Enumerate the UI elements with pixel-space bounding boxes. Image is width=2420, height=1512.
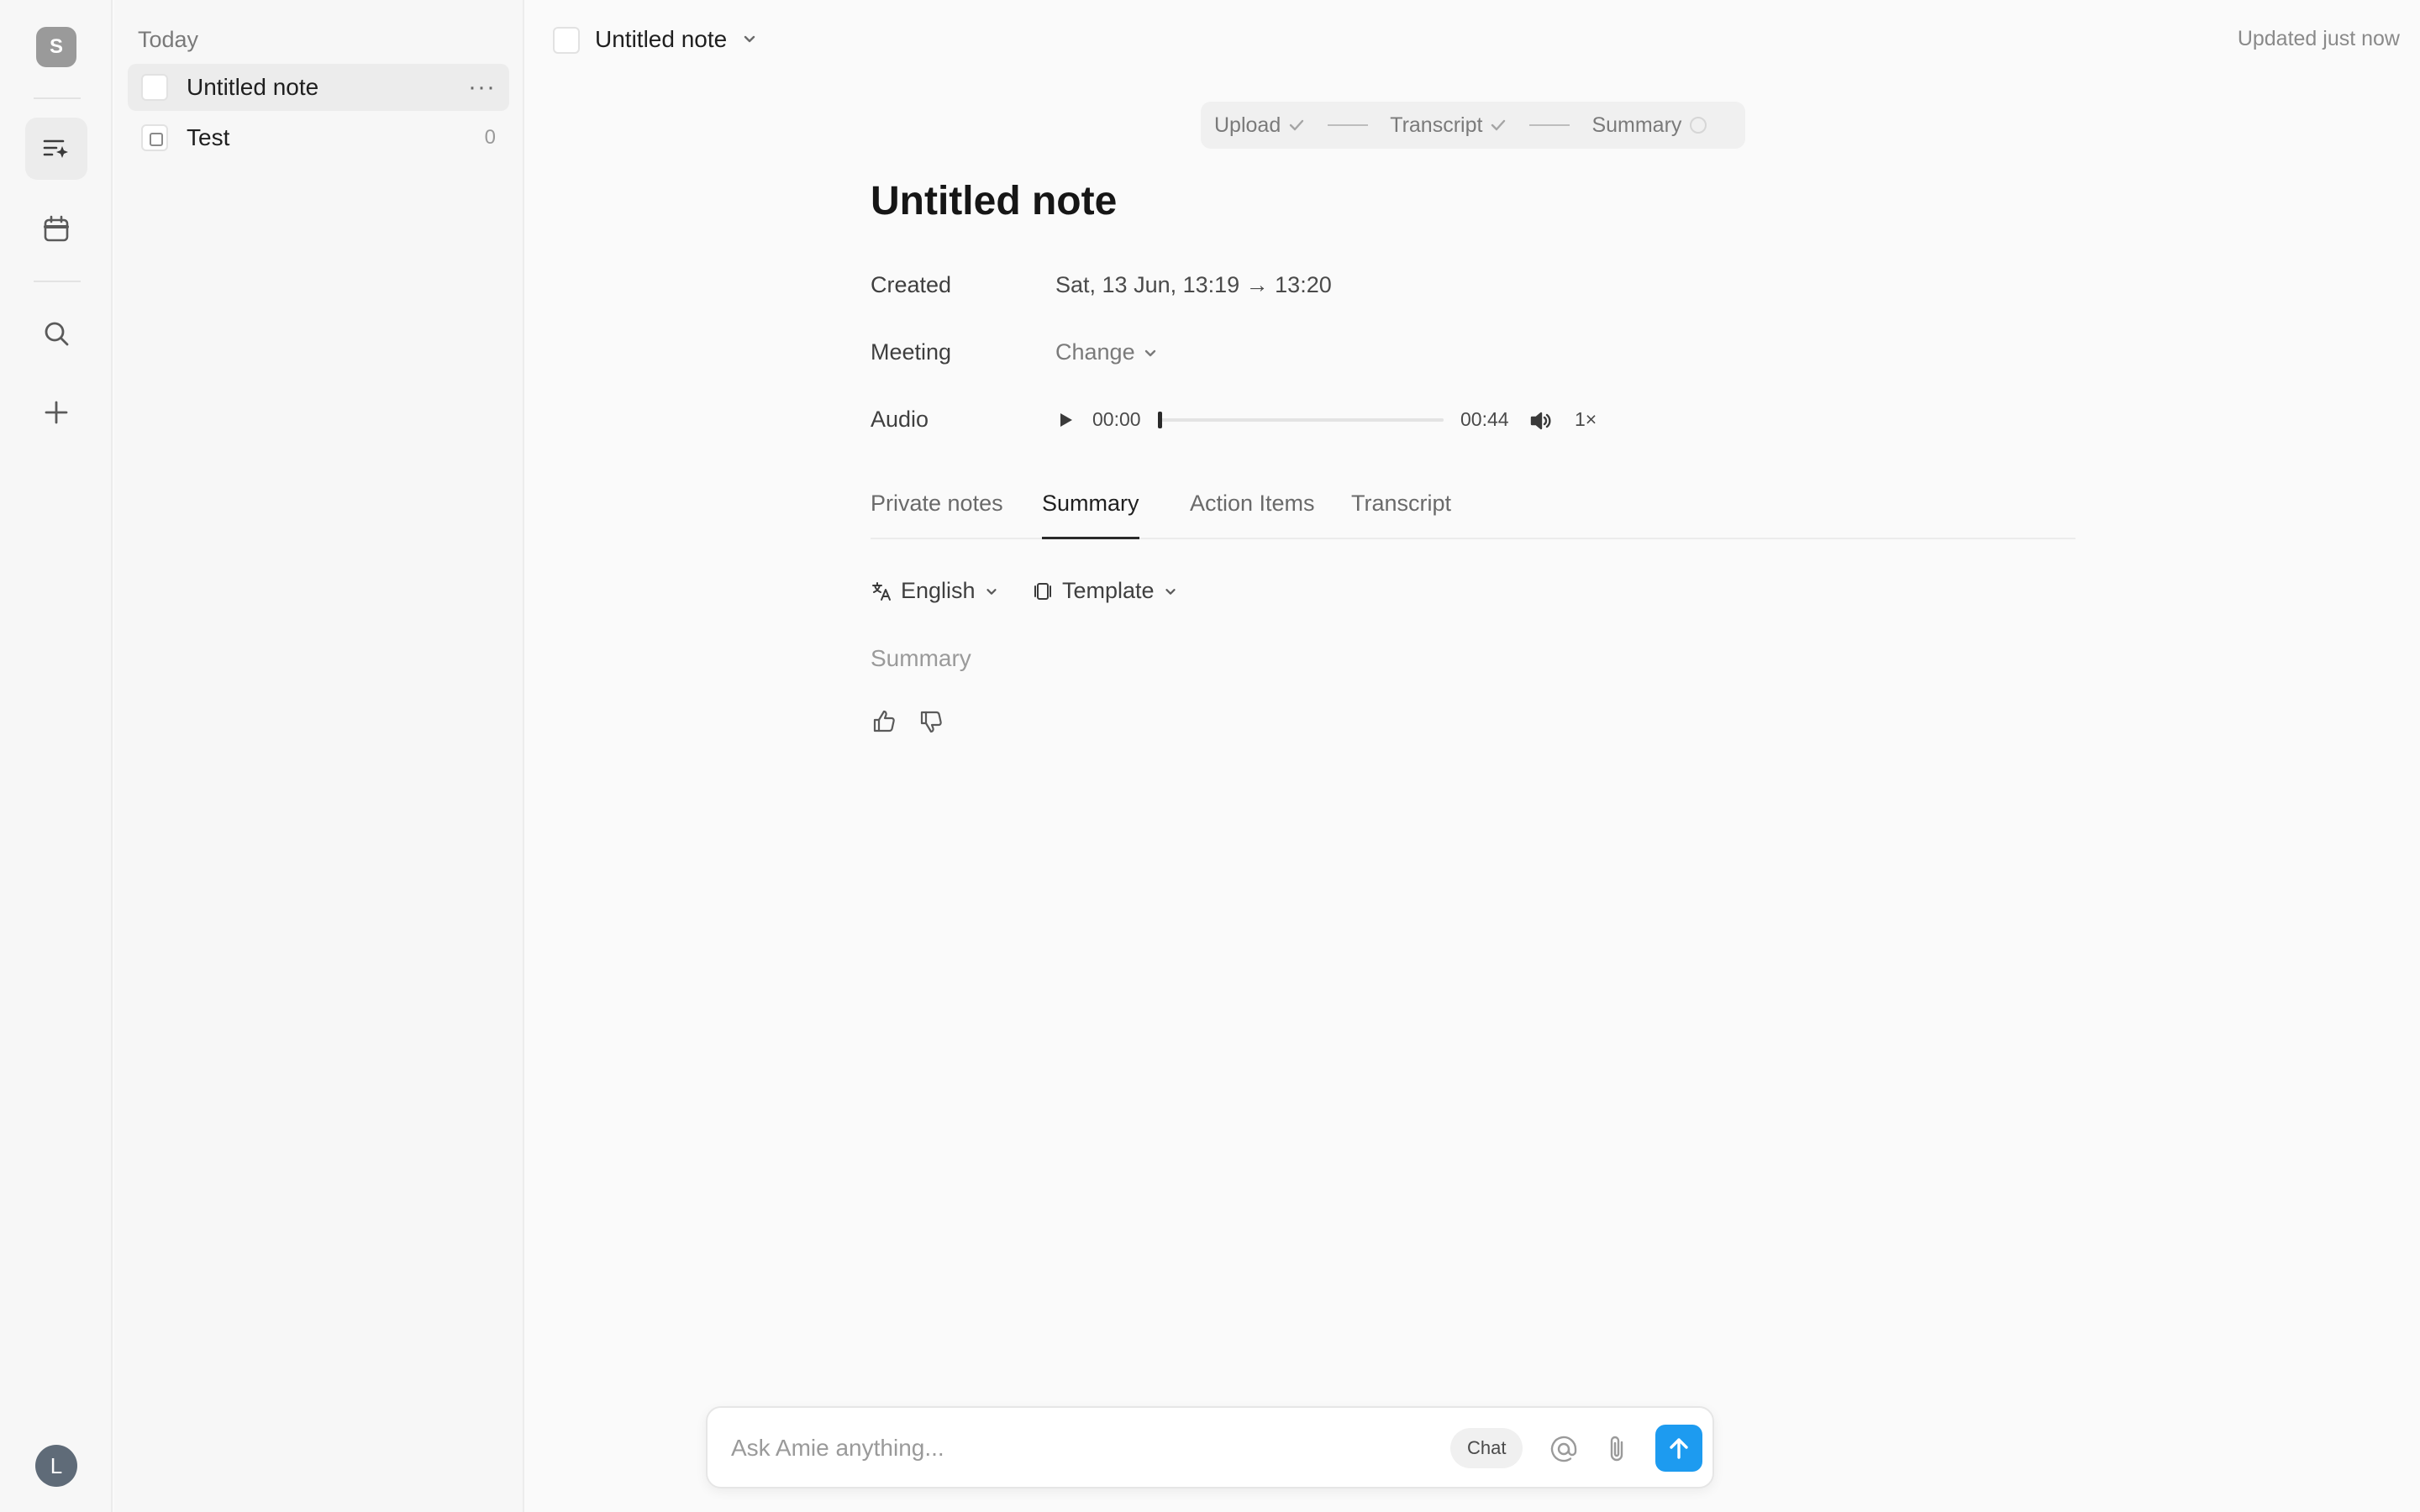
meeting-change-dropdown[interactable]: Change [1055,339,1159,365]
language-dropdown[interactable]: English [871,578,999,604]
tab-summary[interactable]: Summary [1042,491,1139,539]
note-checkbox[interactable] [141,124,168,151]
audio-seek-slider[interactable] [1158,412,1444,428]
note-item-count: 0 [484,126,496,149]
audio-duration: 00:44 [1460,408,1509,430]
search-icon [45,322,69,346]
rail-new-button[interactable] [25,381,87,444]
chat-composer: Chat [706,1406,1714,1488]
chat-mode-button[interactable]: Chat [1450,1428,1523,1468]
note-item-title: Test [187,124,230,150]
note-item-title: Untitled note [187,74,319,100]
chevron-down-icon [986,588,997,595]
more-options-icon[interactable]: ··· [468,73,496,102]
chat-input[interactable] [731,1430,1437,1467]
workspace-badge[interactable]: S [36,27,76,67]
arrow-up-icon [1670,1438,1688,1459]
step-summary-label: Summary [1591,113,1682,137]
playback-speed-button[interactable]: 1× [1575,408,1597,431]
tab-action-items[interactable]: Action Items [1190,491,1315,539]
calendar-icon [44,215,69,242]
check-icon [1290,119,1304,131]
chevron-down-icon [1144,349,1155,356]
meeting-change-label: Change [1055,339,1135,365]
notes-sparkle-icon [43,139,68,158]
thumbs-down-icon[interactable] [918,707,946,736]
mention-icon[interactable] [1548,1433,1580,1465]
thumbs-up-icon[interactable] [871,707,899,736]
tab-transcript[interactable]: Transcript [1351,491,1451,539]
note-checkbox[interactable] [141,74,168,101]
note-item-test[interactable]: Test 0 [128,114,509,161]
group-label-today: Today [138,27,199,52]
audio-label: Audio [871,407,929,432]
send-button[interactable] [1655,1425,1702,1472]
created-label: Created [871,272,952,297]
step-connector [1328,124,1369,126]
note-editor: Untitled note Updated just now Upload Tr… [526,0,2420,1512]
rail-notes-button[interactable] [25,118,87,180]
processing-steps: Upload Transcript Summary [1201,102,1745,149]
volume-icon[interactable] [1528,408,1553,433]
audio-player: 00:00 00:44 1× [1055,407,1610,433]
language-label: English [901,578,976,603]
rail-search-button[interactable] [25,302,87,365]
play-icon[interactable] [1055,410,1076,430]
header-note-checkbox[interactable] [553,27,580,54]
step-upload-label: Upload [1214,113,1281,137]
template-icon [1034,582,1051,600]
audio-seek-handle[interactable] [1158,412,1162,428]
rail-divider [34,281,81,282]
app-rail: S L [0,0,113,1512]
plus-icon [45,401,68,424]
template-dropdown[interactable]: Template [1032,578,1178,604]
created-value: Sat, 13 Jun, 13:19 → 13:20 [1055,272,1332,297]
rail-divider [34,97,81,99]
audio-current-time: 00:00 [1092,408,1141,430]
updated-status: Updated just now [2237,27,2400,50]
paperclip-icon[interactable] [1602,1433,1634,1465]
page-title[interactable]: Untitled note [871,178,1117,224]
user-avatar[interactable]: L [35,1445,77,1487]
check-icon [1491,119,1506,131]
step-connector [1529,124,1570,126]
pending-circle-icon [1690,117,1707,134]
template-label: Template [1062,578,1155,603]
note-item-untitled[interactable]: Untitled note ··· [128,64,509,111]
translate-icon [872,581,891,601]
rail-calendar-button[interactable] [25,198,87,260]
note-tabs: Private notes Summary Action Items Trans… [871,487,2075,539]
summary-placeholder[interactable]: Summary [871,645,971,672]
tab-private-notes[interactable]: Private notes [871,491,1003,539]
header-note-title[interactable]: Untitled note [595,26,727,53]
notes-list: Today Untitled note ··· Test 0 [114,0,524,1512]
chevron-down-icon[interactable] [739,29,760,49]
meeting-label: Meeting [871,339,952,365]
chevron-down-icon [1165,588,1176,595]
step-transcript-label: Transcript [1390,113,1483,137]
